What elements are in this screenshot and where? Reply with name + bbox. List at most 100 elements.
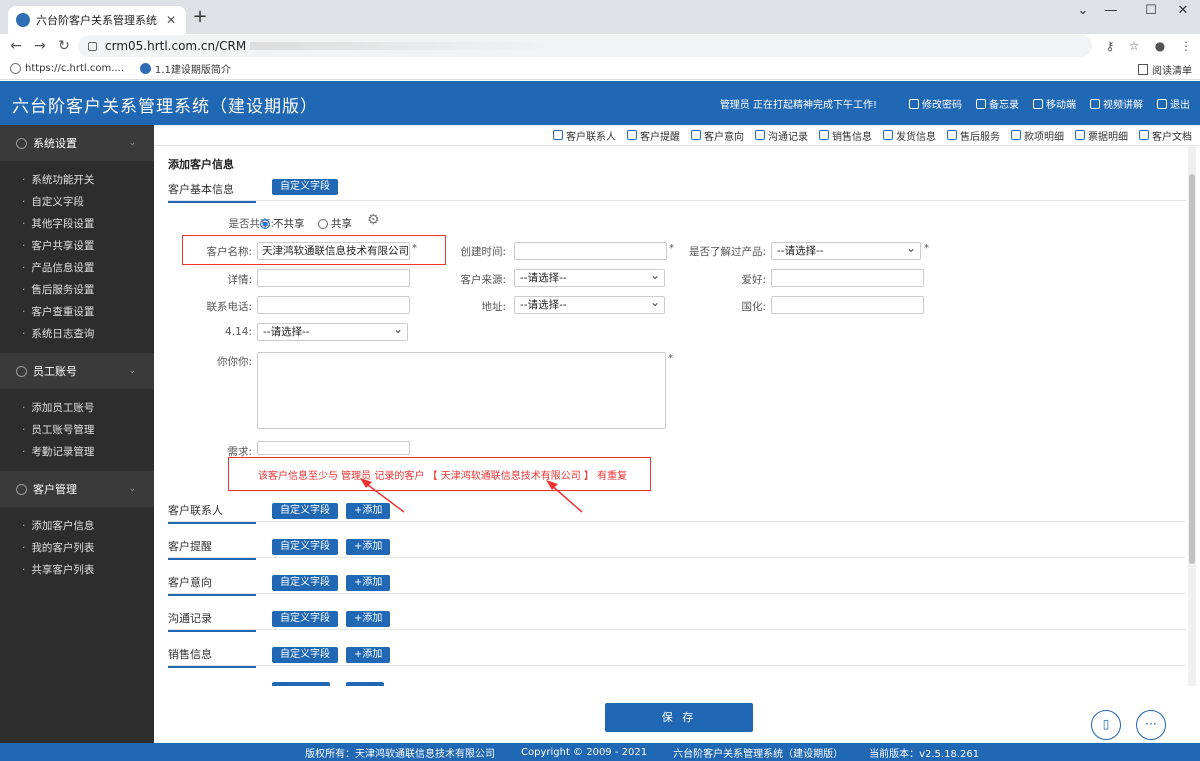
product-known-label: 是否了解过产品: <box>688 246 766 258</box>
created-time-input[interactable] <box>514 242 667 260</box>
share-radio-yes[interactable]: 共享 <box>318 216 352 231</box>
profile-icon[interactable]: ● <box>1150 36 1170 56</box>
reload-icon[interactable]: ↻ <box>54 36 74 56</box>
created-time-label: 创建时间: <box>460 246 506 258</box>
phone-label: 联系电话: <box>206 301 252 313</box>
guohua-input[interactable] <box>771 296 924 314</box>
star-bookmark-icon[interactable]: ☆ <box>1124 36 1144 56</box>
new-tab-icon[interactable]: + <box>190 8 210 28</box>
add-button[interactable]: +添加 <box>346 575 391 591</box>
nini-label: 你你你: <box>216 356 252 368</box>
key-icon[interactable]: ⚷ <box>1100 36 1120 56</box>
save-button[interactable]: 保 存 <box>605 703 753 732</box>
bookmark-item[interactable]: https://c.hrtl.com.... <box>10 63 124 74</box>
footer-version: 当前版本：v2.5.18.261 <box>869 748 980 760</box>
address-label: 地址: <box>481 301 506 313</box>
bookmark-item[interactable]: 1.1建设期版简介 <box>139 61 231 76</box>
sidebar-item[interactable]: 其他字段设置 <box>0 213 154 235</box>
tool-aftersales[interactable]: 售后服务 <box>947 128 1000 143</box>
tool-contact[interactable]: 客户联系人 <box>553 128 616 143</box>
tool-reminder[interactable]: 客户提醒 <box>627 128 680 143</box>
address-select[interactable]: --请选择-- <box>514 294 665 314</box>
video-link[interactable]: 视频讲解 <box>1090 96 1143 111</box>
video-icon <box>1090 98 1100 109</box>
sidebar-section-staff[interactable]: 员工账号 ⌄ <box>0 353 154 389</box>
custom-field-button[interactable]: 自定义字段 <box>272 539 338 555</box>
close-window-icon[interactable]: ✕ <box>1166 0 1200 22</box>
add-button[interactable]: +添加 <box>346 611 391 627</box>
reading-list[interactable]: 阅读清单 <box>1138 62 1192 77</box>
required-star: * <box>668 353 673 364</box>
tool-invoices[interactable]: 票据明细 <box>1075 128 1128 143</box>
sidebar-item[interactable]: 客户查重设置 <box>0 301 154 323</box>
tool-payments[interactable]: 款项明细 <box>1011 128 1064 143</box>
phone-input[interactable] <box>257 296 410 314</box>
tool-sales[interactable]: 销售信息 <box>819 128 872 143</box>
minimize-icon[interactable]: — <box>1094 0 1128 22</box>
sidebar-item[interactable]: 产品信息设置 <box>0 257 154 279</box>
sidebar-section-system[interactable]: 系统设置 ⌄ <box>0 125 154 161</box>
browser-tab-bar: 六台阶客户关系管理系统（建设期 ✕ + ⌄ — ☐ ✕ <box>0 0 1200 34</box>
settings-gear-icon[interactable]: ⚙ <box>367 212 380 228</box>
page-title: 添加客户信息 <box>168 158 234 171</box>
custom-field-button[interactable]: 自定义字段 <box>272 647 338 663</box>
document-icon <box>1139 130 1149 140</box>
add-button[interactable]: +添加 <box>346 647 391 663</box>
section-title: 客户提醒 <box>168 538 256 560</box>
customer-name-input[interactable]: 天津鸿软通联信息技术有限公司 <box>257 242 410 260</box>
source-select[interactable]: --请选择-- <box>514 267 665 287</box>
sidebar-item[interactable]: 客户共享设置 <box>0 235 154 257</box>
f414-select[interactable]: --请选择-- <box>257 321 408 341</box>
globe-icon <box>10 63 21 74</box>
sidebar-item[interactable]: 系统日志查询 <box>0 323 154 345</box>
sidebar-item[interactable]: 售后服务设置 <box>0 279 154 301</box>
custom-field-button[interactable]: 自定义字段 <box>272 503 338 519</box>
chat-float-icon[interactable]: ··· <box>1136 710 1166 740</box>
section-title: 客户联系人 <box>168 502 256 524</box>
tool-shipping[interactable]: 发货信息 <box>883 128 936 143</box>
detail-input[interactable] <box>257 269 410 287</box>
sidebar-item[interactable]: 自定义字段 <box>0 191 154 213</box>
close-tab-icon[interactable]: ✕ <box>164 13 178 27</box>
sidebar-item[interactable]: 员工账号管理 <box>0 419 154 441</box>
f414-label: 4.14: <box>225 326 252 338</box>
sidebar-item[interactable]: 考勤记录管理 <box>0 441 154 463</box>
need-input[interactable] <box>257 441 410 455</box>
mobile-link[interactable]: 移动端 <box>1033 96 1076 111</box>
add-button[interactable]: +添加 <box>346 539 391 555</box>
vertical-scrollbar[interactable] <box>1188 146 1196 686</box>
product-known-select[interactable]: --请选择-- <box>771 240 921 260</box>
lock-icon <box>909 98 919 109</box>
custom-field-button[interactable]: 自定义字段 <box>272 575 338 591</box>
browser-tab[interactable]: 六台阶客户关系管理系统（建设期 ✕ <box>8 6 186 34</box>
nini-textarea[interactable] <box>257 352 666 429</box>
forward-icon[interactable]: → <box>30 36 50 56</box>
site-favicon-icon <box>16 13 30 27</box>
custom-field-button[interactable]: 自定义字段 <box>272 179 338 195</box>
scrollbar-thumb[interactable] <box>1189 174 1195 564</box>
maximize-icon[interactable]: ☐ <box>1134 0 1168 22</box>
sidebar-section-customer[interactable]: 客户管理 ⌄ <box>0 471 154 507</box>
back-icon[interactable]: ← <box>6 36 26 56</box>
menu-icon[interactable]: ⋮ <box>1176 36 1196 56</box>
mobile-float-icon[interactable]: ▯ <box>1091 710 1121 740</box>
sidebar-item[interactable]: 添加员工账号 <box>0 397 154 419</box>
sidebar-item[interactable]: 添加客户信息 <box>0 515 154 537</box>
sidebar-item[interactable]: 我的客户列表 <box>0 537 154 559</box>
url-field[interactable]: crm05.hrtl.com.cn/CRM <box>78 35 1092 57</box>
tool-intent[interactable]: 客户意向 <box>691 128 744 143</box>
tool-documents[interactable]: 客户文档 <box>1139 128 1192 143</box>
user-icon <box>16 365 27 377</box>
sidebar-item[interactable]: 系统功能开关 <box>0 169 154 191</box>
share-radio-no[interactable]: 不共享 <box>260 216 305 231</box>
users-icon <box>16 483 27 495</box>
sidebar-item[interactable]: 共享客户列表 <box>0 559 154 581</box>
change-password-link[interactable]: 修改密码 <box>909 96 962 111</box>
memo-link[interactable]: 备忘录 <box>976 96 1019 111</box>
custom-field-button[interactable]: 自定义字段 <box>272 611 338 627</box>
tool-communication[interactable]: 沟通记录 <box>755 128 808 143</box>
name-label: 客户名称: <box>206 246 252 258</box>
logout-link[interactable]: 退出 <box>1157 96 1190 111</box>
add-button[interactable]: +添加 <box>346 503 391 519</box>
hobby-input[interactable] <box>771 269 924 287</box>
